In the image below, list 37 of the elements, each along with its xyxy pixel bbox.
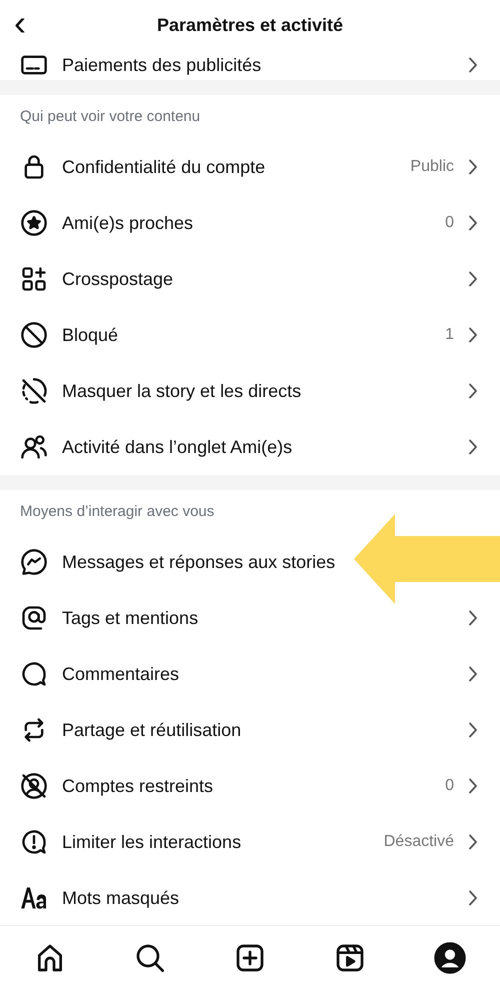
alert-bubble-icon: [20, 828, 48, 856]
row-label[interactable]: Confidentialité du compte: [62, 156, 266, 176]
row-value: 1: [445, 325, 454, 345]
hidden-story-icon: [20, 377, 48, 405]
star-circle-icon: [20, 209, 48, 237]
search-icon[interactable]: [134, 942, 166, 974]
restricted-icon: [20, 772, 48, 800]
row-label[interactable]: Comptes restreints: [62, 776, 214, 796]
row-label[interactable]: Activité dans l’onglet Ami(e)s: [62, 436, 292, 456]
page-title: Paramètres et activité: [156, 14, 344, 36]
messenger-icon: [20, 548, 48, 576]
create-icon[interactable]: [234, 942, 266, 974]
at-sign-icon: [20, 604, 48, 632]
people-icon: [20, 433, 48, 461]
comment-icon: [20, 660, 48, 688]
row-value: 0: [445, 776, 454, 796]
grid-plus-icon: [20, 265, 48, 293]
profile-icon[interactable]: [434, 942, 466, 974]
row-label[interactable]: Ami(e)s proches: [62, 212, 194, 232]
row-value: 0: [445, 213, 454, 233]
section-title: Qui peut voir votre contenu: [19, 106, 202, 127]
row-value: Public: [410, 157, 454, 177]
row-label[interactable]: Commentaires: [62, 664, 180, 684]
row-label[interactable]: Masquer la story et les directs: [62, 380, 302, 400]
row-value: Désactivé: [384, 832, 454, 852]
reels-icon[interactable]: [334, 942, 366, 974]
row-label[interactable]: Tags et mentions: [62, 608, 198, 628]
block-icon: [20, 321, 48, 349]
section-title: Moyens d’interagir avec vous: [19, 502, 216, 522]
row-label[interactable]: Messages et réponses aux stories: [62, 552, 336, 572]
row-label[interactable]: Limiter les interactions: [62, 832, 242, 852]
row-label[interactable]: Crosspostage: [62, 268, 174, 288]
row-label[interactable]: Mots masqués: [62, 888, 180, 908]
row-label[interactable]: Partage et réutilisation: [62, 720, 242, 740]
row-label[interactable]: Bloqué: [62, 324, 118, 344]
back-button[interactable]: ‹: [10, 6, 30, 40]
row-label[interactable]: Paiements des publicités: [62, 54, 262, 74]
